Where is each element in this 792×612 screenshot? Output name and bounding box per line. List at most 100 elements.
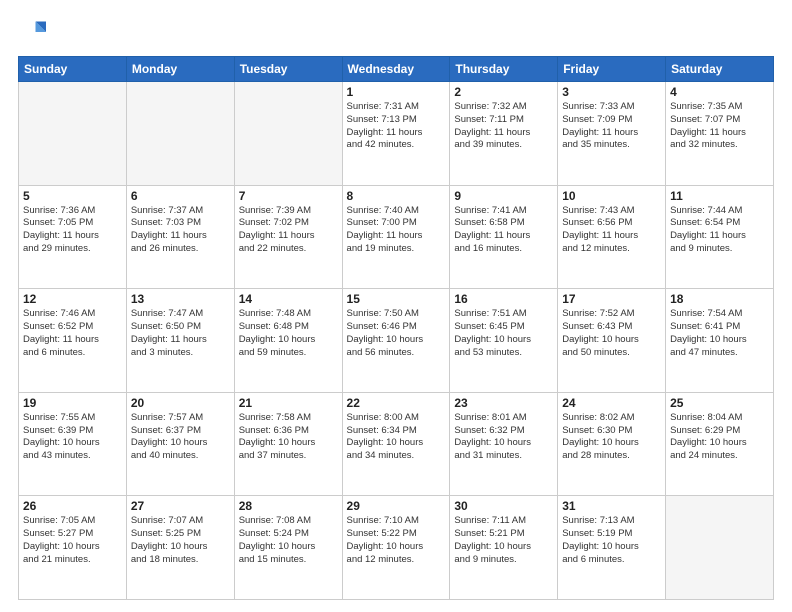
page: SundayMondayTuesdayWednesdayThursdayFrid… (0, 0, 792, 612)
day-number: 24 (562, 396, 661, 410)
day-number: 11 (670, 189, 769, 203)
day-info: Sunrise: 7:57 AM Sunset: 6:37 PM Dayligh… (131, 412, 230, 463)
day-cell-31: 31Sunrise: 7:13 AM Sunset: 5:19 PM Dayli… (558, 496, 666, 600)
day-number: 6 (131, 189, 230, 203)
day-cell-26: 26 Sunrise: 7:05 AM Sunset: 5:27 PM Dayli… (19, 496, 127, 600)
day-info: Sunrise: 7:10 AM Sunset: 5:22 PM Dayligh… (347, 515, 446, 566)
day-cell-16: 16 Sunrise: 7:51 AM Sunset: 6:45 PM Dayli… (450, 289, 558, 393)
day-cell-8: 8 Sunrise: 7:40 AM Sunset: 7:00 PM Daylig… (342, 185, 450, 289)
day-info: Sunrise: 7:47 AM Sunset: 6:50 PM Dayligh… (131, 308, 230, 359)
day-info: Sunrise: 7:46 AM Sunset: 6:52 PM Dayligh… (23, 308, 122, 359)
day-number: 10 (562, 189, 661, 203)
weekday-header-row: SundayMondayTuesdayWednesdayThursdayFrid… (19, 57, 774, 82)
day-info: Sunrise: 7:37 AM Sunset: 7:03 PM Dayligh… (131, 205, 230, 256)
day-cell-25: 25 Sunrise: 8:04 AM Sunset: 6:29 PM Dayli… (666, 392, 774, 496)
day-cell-5: 5 Sunrise: 7:36 AM Sunset: 7:05 PM Daylig… (19, 185, 127, 289)
day-info: Sunrise: 7:39 AM Sunset: 7:02 PM Dayligh… (239, 205, 338, 256)
day-number: 19 (23, 396, 122, 410)
weekday-header-friday: Friday (558, 57, 666, 82)
weekday-header-tuesday: Tuesday (234, 57, 342, 82)
day-info: Sunrise: 7:35 AM Sunset: 7:07 PM Dayligh… (670, 101, 769, 152)
day-info: Sunrise: 8:04 AM Sunset: 6:29 PM Dayligh… (670, 412, 769, 463)
header (18, 18, 774, 46)
day-number: 1 (347, 85, 446, 99)
day-number: 15 (347, 292, 446, 306)
day-info: Sunrise: 7:33 AM Sunset: 7:09 PM Dayligh… (562, 101, 661, 152)
weekday-header-sunday: Sunday (19, 57, 127, 82)
day-cell-10: 10 Sunrise: 7:43 AM Sunset: 6:56 PM Dayli… (558, 185, 666, 289)
week-row-3: 19Sunrise: 7:55 AM Sunset: 6:39 PM Dayli… (19, 392, 774, 496)
day-info: Sunrise: 7:44 AM Sunset: 6:54 PM Dayligh… (670, 205, 769, 256)
day-info: Sunrise: 7:36 AM Sunset: 7:05 PM Dayligh… (23, 205, 122, 256)
day-cell-18: 18 Sunrise: 7:54 AM Sunset: 6:41 PM Dayli… (666, 289, 774, 393)
day-number: 12 (23, 292, 122, 306)
day-cell-28: 28 Sunrise: 7:08 AM Sunset: 5:24 PM Dayli… (234, 496, 342, 600)
empty-cell (666, 496, 774, 600)
day-info: Sunrise: 7:41 AM Sunset: 6:58 PM Dayligh… (454, 205, 553, 256)
weekday-header-thursday: Thursday (450, 57, 558, 82)
day-number: 13 (131, 292, 230, 306)
empty-cell (126, 82, 234, 186)
day-number: 5 (23, 189, 122, 203)
day-number: 2 (454, 85, 553, 99)
day-cell-23: 23 Sunrise: 8:01 AM Sunset: 6:32 PM Dayli… (450, 392, 558, 496)
day-info: Sunrise: 7:58 AM Sunset: 6:36 PM Dayligh… (239, 412, 338, 463)
day-number: 23 (454, 396, 553, 410)
day-number: 16 (454, 292, 553, 306)
day-info: Sunrise: 7:43 AM Sunset: 6:56 PM Dayligh… (562, 205, 661, 256)
logo (18, 18, 50, 46)
day-cell-4: 4 Sunrise: 7:35 AM Sunset: 7:07 PM Daylig… (666, 82, 774, 186)
day-cell-15: 15 Sunrise: 7:50 AM Sunset: 6:46 PM Dayli… (342, 289, 450, 393)
week-row-0: 1 Sunrise: 7:31 AM Sunset: 7:13 PM Daylig… (19, 82, 774, 186)
calendar-table: SundayMondayTuesdayWednesdayThursdayFrid… (18, 56, 774, 600)
day-number: 20 (131, 396, 230, 410)
day-cell-7: 7Sunrise: 7:39 AM Sunset: 7:02 PM Daylig… (234, 185, 342, 289)
day-cell-12: 12 Sunrise: 7:46 AM Sunset: 6:52 PM Dayli… (19, 289, 127, 393)
day-cell-21: 21 Sunrise: 7:58 AM Sunset: 6:36 PM Dayli… (234, 392, 342, 496)
day-cell-20: 20 Sunrise: 7:57 AM Sunset: 6:37 PM Dayli… (126, 392, 234, 496)
day-cell-1: 1 Sunrise: 7:31 AM Sunset: 7:13 PM Daylig… (342, 82, 450, 186)
day-info: Sunrise: 7:52 AM Sunset: 6:43 PM Dayligh… (562, 308, 661, 359)
generalblue-logo-icon (18, 18, 46, 46)
day-number: 26 (23, 499, 122, 513)
day-info: Sunrise: 8:02 AM Sunset: 6:30 PM Dayligh… (562, 412, 661, 463)
day-cell-30: 30 Sunrise: 7:11 AM Sunset: 5:21 PM Dayli… (450, 496, 558, 600)
day-cell-3: 3Sunrise: 7:33 AM Sunset: 7:09 PM Daylig… (558, 82, 666, 186)
day-info: Sunrise: 7:51 AM Sunset: 6:45 PM Dayligh… (454, 308, 553, 359)
day-number: 17 (562, 292, 661, 306)
weekday-header-monday: Monday (126, 57, 234, 82)
day-number: 27 (131, 499, 230, 513)
day-number: 18 (670, 292, 769, 306)
day-info: Sunrise: 7:32 AM Sunset: 7:11 PM Dayligh… (454, 101, 553, 152)
day-number: 25 (670, 396, 769, 410)
day-number: 21 (239, 396, 338, 410)
day-info: Sunrise: 7:50 AM Sunset: 6:46 PM Dayligh… (347, 308, 446, 359)
day-number: 31 (562, 499, 661, 513)
day-number: 8 (347, 189, 446, 203)
day-number: 28 (239, 499, 338, 513)
empty-cell (19, 82, 127, 186)
day-cell-27: 27 Sunrise: 7:07 AM Sunset: 5:25 PM Dayli… (126, 496, 234, 600)
day-info: Sunrise: 7:08 AM Sunset: 5:24 PM Dayligh… (239, 515, 338, 566)
day-info: Sunrise: 7:48 AM Sunset: 6:48 PM Dayligh… (239, 308, 338, 359)
day-cell-19: 19Sunrise: 7:55 AM Sunset: 6:39 PM Dayli… (19, 392, 127, 496)
week-row-4: 26 Sunrise: 7:05 AM Sunset: 5:27 PM Dayli… (19, 496, 774, 600)
day-info: Sunrise: 7:11 AM Sunset: 5:21 PM Dayligh… (454, 515, 553, 566)
day-cell-9: 9Sunrise: 7:41 AM Sunset: 6:58 PM Daylig… (450, 185, 558, 289)
day-number: 29 (347, 499, 446, 513)
day-cell-29: 29 Sunrise: 7:10 AM Sunset: 5:22 PM Dayli… (342, 496, 450, 600)
day-info: Sunrise: 7:31 AM Sunset: 7:13 PM Dayligh… (347, 101, 446, 152)
day-info: Sunrise: 7:07 AM Sunset: 5:25 PM Dayligh… (131, 515, 230, 566)
empty-cell (234, 82, 342, 186)
day-info: Sunrise: 8:01 AM Sunset: 6:32 PM Dayligh… (454, 412, 553, 463)
day-cell-2: 2 Sunrise: 7:32 AM Sunset: 7:11 PM Daylig… (450, 82, 558, 186)
day-info: Sunrise: 7:40 AM Sunset: 7:00 PM Dayligh… (347, 205, 446, 256)
day-info: Sunrise: 7:05 AM Sunset: 5:27 PM Dayligh… (23, 515, 122, 566)
day-number: 4 (670, 85, 769, 99)
day-number: 30 (454, 499, 553, 513)
weekday-header-wednesday: Wednesday (342, 57, 450, 82)
week-row-1: 5 Sunrise: 7:36 AM Sunset: 7:05 PM Daylig… (19, 185, 774, 289)
day-cell-6: 6 Sunrise: 7:37 AM Sunset: 7:03 PM Daylig… (126, 185, 234, 289)
day-info: Sunrise: 7:54 AM Sunset: 6:41 PM Dayligh… (670, 308, 769, 359)
day-info: Sunrise: 8:00 AM Sunset: 6:34 PM Dayligh… (347, 412, 446, 463)
